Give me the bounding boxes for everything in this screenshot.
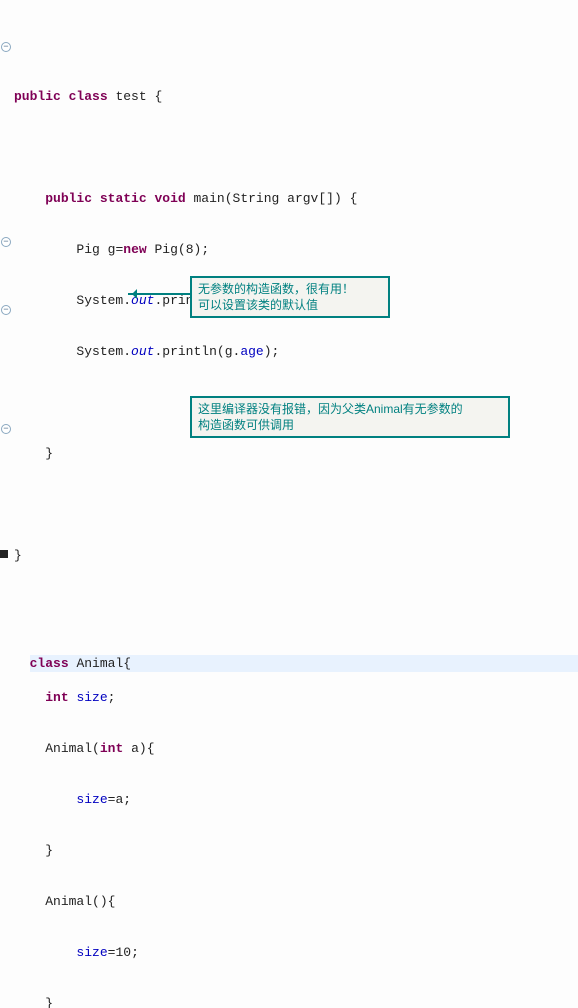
code-line[interactable]: [14, 496, 578, 513]
annotation-text: 这里编译器没有报错，因为父类Animal有无参数的: [198, 401, 502, 417]
code-line[interactable]: }: [14, 547, 578, 564]
code-line[interactable]: public class test {: [14, 88, 578, 105]
code-line[interactable]: }: [14, 445, 578, 462]
annotation-text: 无参数的构造函数，很有用！: [198, 281, 382, 297]
code-line[interactable]: int size;: [14, 689, 578, 706]
code-line[interactable]: Animal(){: [14, 893, 578, 910]
code-line[interactable]: Pig g=new Pig(8);: [14, 241, 578, 258]
fold-icon[interactable]: −: [1, 237, 11, 247]
break-mark-icon: [0, 550, 8, 558]
code-line[interactable]: size=10;: [14, 944, 578, 961]
fold-icon[interactable]: −: [1, 305, 11, 315]
code-line[interactable]: }: [14, 842, 578, 859]
code-line[interactable]: size=a;: [14, 791, 578, 808]
code-line[interactable]: [14, 139, 578, 156]
annotation-text: 构造函数可供调用: [198, 417, 502, 433]
code-line[interactable]: public static void main(String argv[]) {: [14, 190, 578, 207]
code-line[interactable]: }: [14, 995, 578, 1008]
annotation-box: 这里编译器没有报错，因为父类Animal有无参数的 构造函数可供调用: [190, 396, 510, 438]
arrow-icon: [128, 293, 190, 295]
code-editor[interactable]: − − − − public class test { public stati…: [0, 0, 578, 1008]
fold-icon[interactable]: −: [1, 424, 11, 434]
code-line[interactable]: class Animal{: [30, 655, 578, 672]
annotation-text: 可以设置该类的默认值: [198, 297, 382, 313]
fold-gutter: − − − −: [0, 3, 12, 105]
code-line[interactable]: Animal(int a){: [14, 740, 578, 757]
fold-icon[interactable]: −: [1, 42, 11, 52]
annotation-box: 无参数的构造函数，很有用！ 可以设置该类的默认值: [190, 276, 390, 318]
code-line[interactable]: System.out.println(g.age);: [14, 343, 578, 360]
